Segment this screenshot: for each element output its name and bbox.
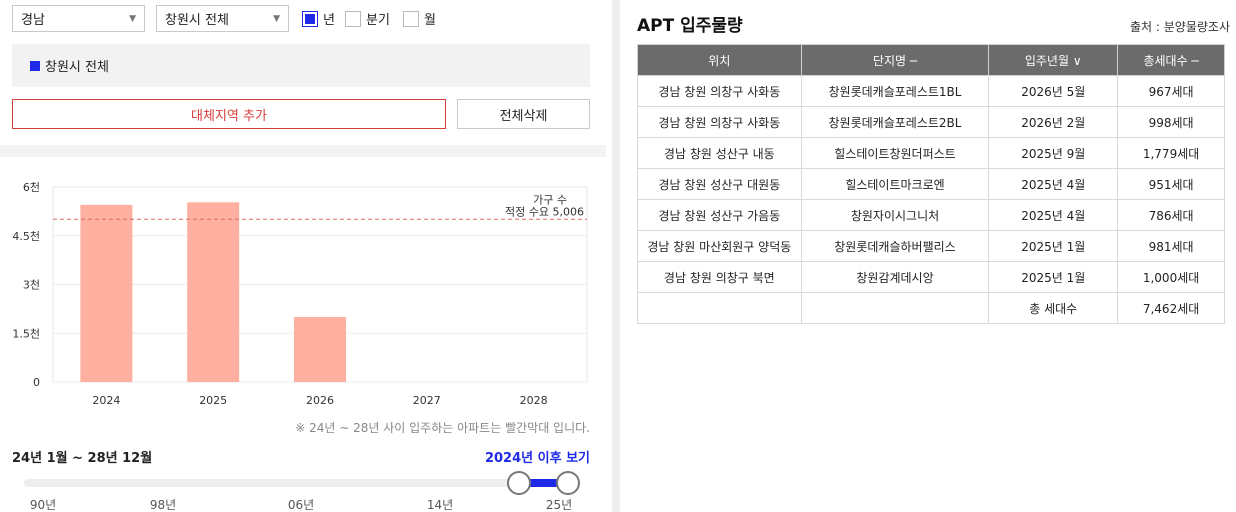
period-month-label: 월 [424,13,436,28]
province-select-value: 경남 [21,13,45,28]
table-total-row: 총 세대수 7,462세대 [637,292,1225,324]
column-header-complex[interactable]: 단지명 ─ [800,44,990,76]
panel-title: APT 입주물량 [637,16,743,36]
x-tick-label: 2027 [413,394,441,407]
cell-units: 967세대 [1117,75,1225,107]
column-header-location[interactable]: 위치 [637,44,802,76]
table-row[interactable]: 경남 창원 의창구 사화동 창원롯데캐슬포레스트2BL 2026년 2월 998… [637,106,1225,138]
bar-2026 [294,317,346,382]
selected-region-label: 창원시 전체 [45,60,109,75]
bar-2024 [80,204,133,382]
selected-region-box: 창원시 전체 [12,44,590,87]
cell-complex: 창원감계데시앙 [800,261,990,293]
chart-note: ※ 24년 ~ 28년 사이 입주하는 아파트는 빨간막대 입니다. [295,421,590,435]
cell-units: 786세대 [1117,199,1225,231]
cell-move-in: 2025년 9월 [988,137,1119,169]
total-value: 7,462세대 [1117,292,1225,324]
slider-tick: 98년 [149,498,177,512]
table-row[interactable]: 경남 창원 의창구 북면 창원감계데시앙 2025년 1월 1,000세대 [637,261,1225,293]
total-label: 총 세대수 [988,292,1119,324]
slider-tick: 14년 [426,498,454,512]
cell-move-in: 2025년 1월 [988,230,1119,262]
cell-units: 951세대 [1117,168,1225,200]
cell-complex: 창원롯데캐슬포레스트2BL [800,106,990,138]
column-header-units[interactable]: 총세대수 ─ [1117,44,1225,76]
cell-units: 1,779세대 [1117,137,1225,169]
region-color-swatch [30,60,40,71]
table-row[interactable]: 경남 창원 성산구 가음동 창원자이시그니처 2025년 4월 786세대 [637,199,1225,231]
panel-divider [612,0,620,512]
cell-move-in: 2025년 4월 [988,168,1119,200]
cell-move-in: 2025년 4월 [988,199,1119,231]
cell-location: 경남 창원 의창구 사화동 [637,75,802,107]
supply-table: 위치 단지명 ─ 입주년월 ∨ 총세대수 ─ 경남 창원 의창구 사화동 창원롯… [637,44,1225,324]
range-title: 24년 1월 ~ 28년 12월 [12,451,153,466]
city-select[interactable]: 창원시 전체 ▼ [156,5,289,32]
cell-location: 경남 창원 의창구 사화동 [637,106,802,138]
cell-move-in: 2026년 5월 [988,75,1119,107]
city-select-value: 창원시 전체 [165,13,229,28]
province-select[interactable]: 경남 ▼ [12,5,145,32]
slider-start-handle[interactable] [507,471,531,495]
cell-units: 1,000세대 [1117,261,1225,293]
cell-empty [637,292,802,324]
slider-tick: 06년 [287,498,315,512]
period-year-label: 년 [323,13,335,28]
period-quarter-checkbox[interactable]: 분기 [345,9,390,28]
cell-location: 경남 창원 성산구 가음동 [637,199,802,231]
data-source: 출처 : 분양물량조사 [1130,20,1230,34]
cell-units: 998세대 [1117,106,1225,138]
cell-location: 경남 창원 마산회원구 양덕동 [637,230,802,262]
cell-complex: 창원자이시그니처 [800,199,990,231]
y-tick-label: 4.5천 [12,229,40,243]
cell-move-in: 2025년 1월 [988,261,1119,293]
bar-2025 [187,202,240,382]
chevron-down-icon: ▼ [129,13,136,24]
x-tick-label: 2026 [306,394,334,407]
cell-complex: 힐스테이트마크로엔 [800,168,990,200]
table-row[interactable]: 경남 창원 마산회원구 양덕동 창원롯데캐슬하버팰리스 2025년 1월 981… [637,230,1225,262]
left-panel: 경남 ▼ 창원시 전체 ▼ 년 분기 월 창원시 전체 대체지역 추가 전체삭제… [0,0,606,512]
slider-tick: 90년 [29,498,57,512]
cell-complex: 힐스테이트창원더퍼스트 [800,137,990,169]
cell-location: 경남 창원 성산구 내동 [637,137,802,169]
cell-location: 경남 창원 의창구 북면 [637,261,802,293]
add-region-button[interactable]: 대체지역 추가 [12,99,446,129]
y-tick-label: 1.5천 [12,326,40,340]
table-header-row: 위치 단지명 ─ 입주년월 ∨ 총세대수 ─ [637,44,1225,76]
slider-end-handle[interactable] [556,471,580,495]
cell-complex: 창원롯데캐슬하버팰리스 [800,230,990,262]
delete-all-button[interactable]: 전체삭제 [457,99,590,129]
x-tick-label: 2024 [92,394,120,407]
checkbox-checked-icon[interactable] [302,10,318,27]
table-row[interactable]: 경남 창원 성산구 내동 힐스테이트창원더퍼스트 2025년 9월 1,779세… [637,137,1225,169]
cell-units: 981세대 [1117,230,1225,262]
column-header-move-in[interactable]: 입주년월 ∨ [988,44,1119,76]
table-row[interactable]: 경남 창원 의창구 사화동 창원롯데캐슬포레스트1BL 2026년 5월 967… [637,75,1225,107]
table-row[interactable]: 경남 창원 성산구 대원동 힐스테이트마크로엔 2025년 4월 951세대 [637,168,1225,200]
period-month-checkbox[interactable]: 월 [403,9,436,28]
cell-location: 경남 창원 성산구 대원동 [637,168,802,200]
right-panel: APT 입주물량 출처 : 분양물량조사 위치 단지명 ─ 입주년월 ∨ 총세대… [620,0,1236,512]
cell-move-in: 2026년 2월 [988,106,1119,138]
y-tick-label: 0 [33,376,40,389]
checkbox-unchecked-icon[interactable] [403,10,419,27]
section-divider [0,145,606,157]
x-tick-label: 2028 [520,394,548,407]
y-tick-label: 6천 [23,180,40,194]
period-quarter-label: 분기 [366,13,390,28]
slider-tick: 25년 [545,498,573,512]
reference-line-label: 적정 수요 5,006 [505,205,584,218]
x-tick-label: 2025 [199,394,227,407]
period-year-checkbox[interactable]: 년 [302,9,335,28]
checkbox-unchecked-icon[interactable] [345,10,361,27]
supply-bar-chart: 01.5천3천4.5천6천2024 2025 2026 2027 2028가구 수적정 … [12,180,588,407]
view-after-2024-link[interactable]: 2024년 이후 보기 [485,447,590,466]
year-range-slider[interactable] [24,471,580,495]
cell-empty [800,292,990,324]
cell-complex: 창원롯데캐슬포레스트1BL [800,75,990,107]
y-tick-label: 3천 [23,278,40,292]
chevron-down-icon: ▼ [273,13,280,24]
